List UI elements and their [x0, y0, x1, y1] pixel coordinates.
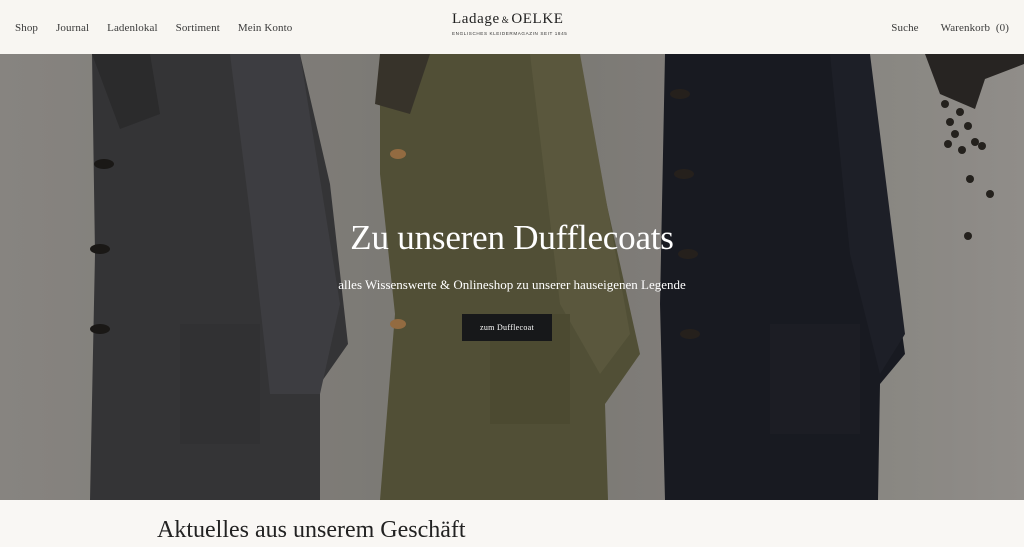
logo-name-right: OELKE: [511, 11, 564, 27]
cart-count: (0): [995, 22, 1009, 34]
main-nav: Shop Journal Ladenlokal Sortiment Mein K…: [15, 18, 306, 36]
hero-banner[interactable]: Zu unseren Dufflecoats alles Wissenswert…: [0, 54, 1024, 500]
nav-mein-konto[interactable]: Mein Konto: [238, 22, 292, 34]
hero-subtitle: alles Wissenswerte & Onlineshop zu unser…: [338, 277, 686, 292]
logo-tagline: ENGLISCHES KLEIDERMAGAZIN SEIT 1845: [452, 30, 568, 36]
nav-journal[interactable]: Journal: [56, 22, 89, 34]
cart-label: Warenkorb: [940, 22, 991, 34]
hero-title: Zu unseren Dufflecoats: [350, 218, 674, 257]
news-section: Aktuelles aus unserem Geschäft: [0, 500, 1024, 547]
nav-shop[interactable]: Shop: [15, 22, 38, 34]
logo-ampersand: &: [501, 14, 510, 25]
nav-sortiment[interactable]: Sortiment: [176, 22, 220, 34]
site-logo[interactable]: Ladage & OELKE ENGLISCHES KLEIDERMAGAZIN S…: [452, 11, 568, 36]
search-link[interactable]: Suche: [891, 22, 918, 34]
utility-nav: Suche Warenkorb (0): [873, 18, 1009, 36]
dufflecoat-button[interactable]: zum Dufflecoat: [462, 314, 552, 341]
cart-link[interactable]: Warenkorb (0): [941, 22, 1009, 34]
nav-ladenlokal[interactable]: Ladenlokal: [107, 22, 157, 34]
logo-wordmark: Ladage & OELKE: [452, 11, 563, 28]
site-header: Shop Journal Ladenlokal Sortiment Mein K…: [0, 0, 1024, 54]
logo-name-left: Ladage: [452, 11, 500, 27]
news-heading: Aktuelles aus unserem Geschäft: [157, 517, 466, 543]
